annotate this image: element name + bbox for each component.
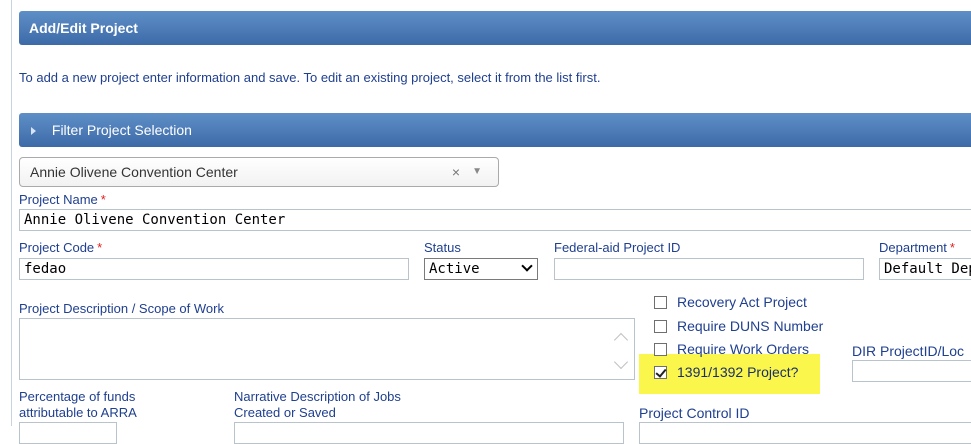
department-select[interactable]: Default Dep xyxy=(879,258,971,280)
filter-label: Filter Project Selection xyxy=(51,122,192,138)
required-marker: * xyxy=(100,192,106,207)
intro-text: To add a new project enter information a… xyxy=(19,70,601,85)
checkbox-label: Recovery Act Project xyxy=(677,294,807,310)
federal-aid-label: Federal-aid Project ID xyxy=(554,240,681,255)
description-textarea[interactable] xyxy=(19,318,635,380)
panel-title: Add/Edit Project xyxy=(29,20,138,36)
checkmark-icon[interactable] xyxy=(654,366,667,379)
narrative-label: Narrative Description of Jobs Created or… xyxy=(234,389,401,421)
checkbox-label: Require DUNS Number xyxy=(677,318,824,334)
narrative-label-line1: Narrative Description of Jobs xyxy=(234,389,401,404)
checkbox-label: 1391/1392 Project? xyxy=(677,364,799,380)
arra-label-line1: Percentage of funds xyxy=(19,389,136,404)
arra-input[interactable] xyxy=(19,422,117,444)
checkbox-icon[interactable] xyxy=(654,320,667,333)
status-label: Status xyxy=(424,240,461,255)
checkbox-require-work-orders[interactable]: Require Work Orders xyxy=(654,341,809,357)
required-marker: * xyxy=(949,240,955,255)
project-code-label: Project Code * xyxy=(19,240,102,255)
checkbox-require-duns[interactable]: Require DUNS Number xyxy=(654,318,823,334)
arra-label: Percentage of funds attributable to ARRA xyxy=(19,389,137,421)
project-name-label: Project Name * xyxy=(19,192,106,207)
project-name-value: Annie Olivene Convention Center xyxy=(24,212,286,228)
checkbox-1391-1392[interactable]: 1391/1392 Project? xyxy=(654,364,798,380)
chevron-down-icon[interactable]: ▼ xyxy=(472,158,482,186)
department-label: Department * xyxy=(879,240,955,255)
panel-header: Add/Edit Project xyxy=(19,11,971,45)
department-value: Default Dep xyxy=(884,261,971,277)
federal-aid-input[interactable] xyxy=(554,258,864,280)
project-code-input[interactable]: fedao xyxy=(19,258,409,280)
dir-project-input[interactable] xyxy=(852,360,971,382)
filter-project-selection-toggle[interactable]: Filter Project Selection xyxy=(19,113,971,147)
project-name-label-text: Project Name xyxy=(19,192,98,207)
project-control-label: Project Control ID xyxy=(639,405,750,421)
project-code-value: fedao xyxy=(24,261,67,277)
department-label-text: Department xyxy=(879,240,947,255)
checkbox-icon[interactable] xyxy=(654,343,667,356)
scroll-up-icon[interactable] xyxy=(613,332,629,348)
project-control-input[interactable] xyxy=(639,422,971,444)
dir-project-label: DIR ProjectID/Loc xyxy=(852,343,965,359)
checkbox-label: Require Work Orders xyxy=(677,341,810,357)
required-marker: * xyxy=(97,240,103,255)
project-select-value: Annie Olivene Convention Center xyxy=(30,164,238,180)
project-select[interactable]: Annie Olivene Convention Center × ▼ xyxy=(19,157,499,187)
clear-icon[interactable]: × xyxy=(452,158,460,186)
project-code-label-text: Project Code xyxy=(19,240,95,255)
checkbox-icon[interactable] xyxy=(654,296,667,309)
status-value: Active xyxy=(429,261,480,277)
narrative-input[interactable] xyxy=(234,422,624,444)
checkbox-recovery-act[interactable]: Recovery Act Project xyxy=(654,294,807,310)
description-label: Project Description / Scope of Work xyxy=(19,301,224,316)
scroll-down-icon[interactable] xyxy=(613,354,629,370)
chevron-down-icon xyxy=(521,260,533,272)
narrative-label-line2: Created or Saved xyxy=(234,405,336,420)
arra-label-line2: attributable to ARRA xyxy=(19,405,137,420)
caret-right-icon xyxy=(31,127,36,136)
project-name-input[interactable]: Annie Olivene Convention Center xyxy=(19,209,971,231)
status-select[interactable]: Active xyxy=(424,258,538,280)
